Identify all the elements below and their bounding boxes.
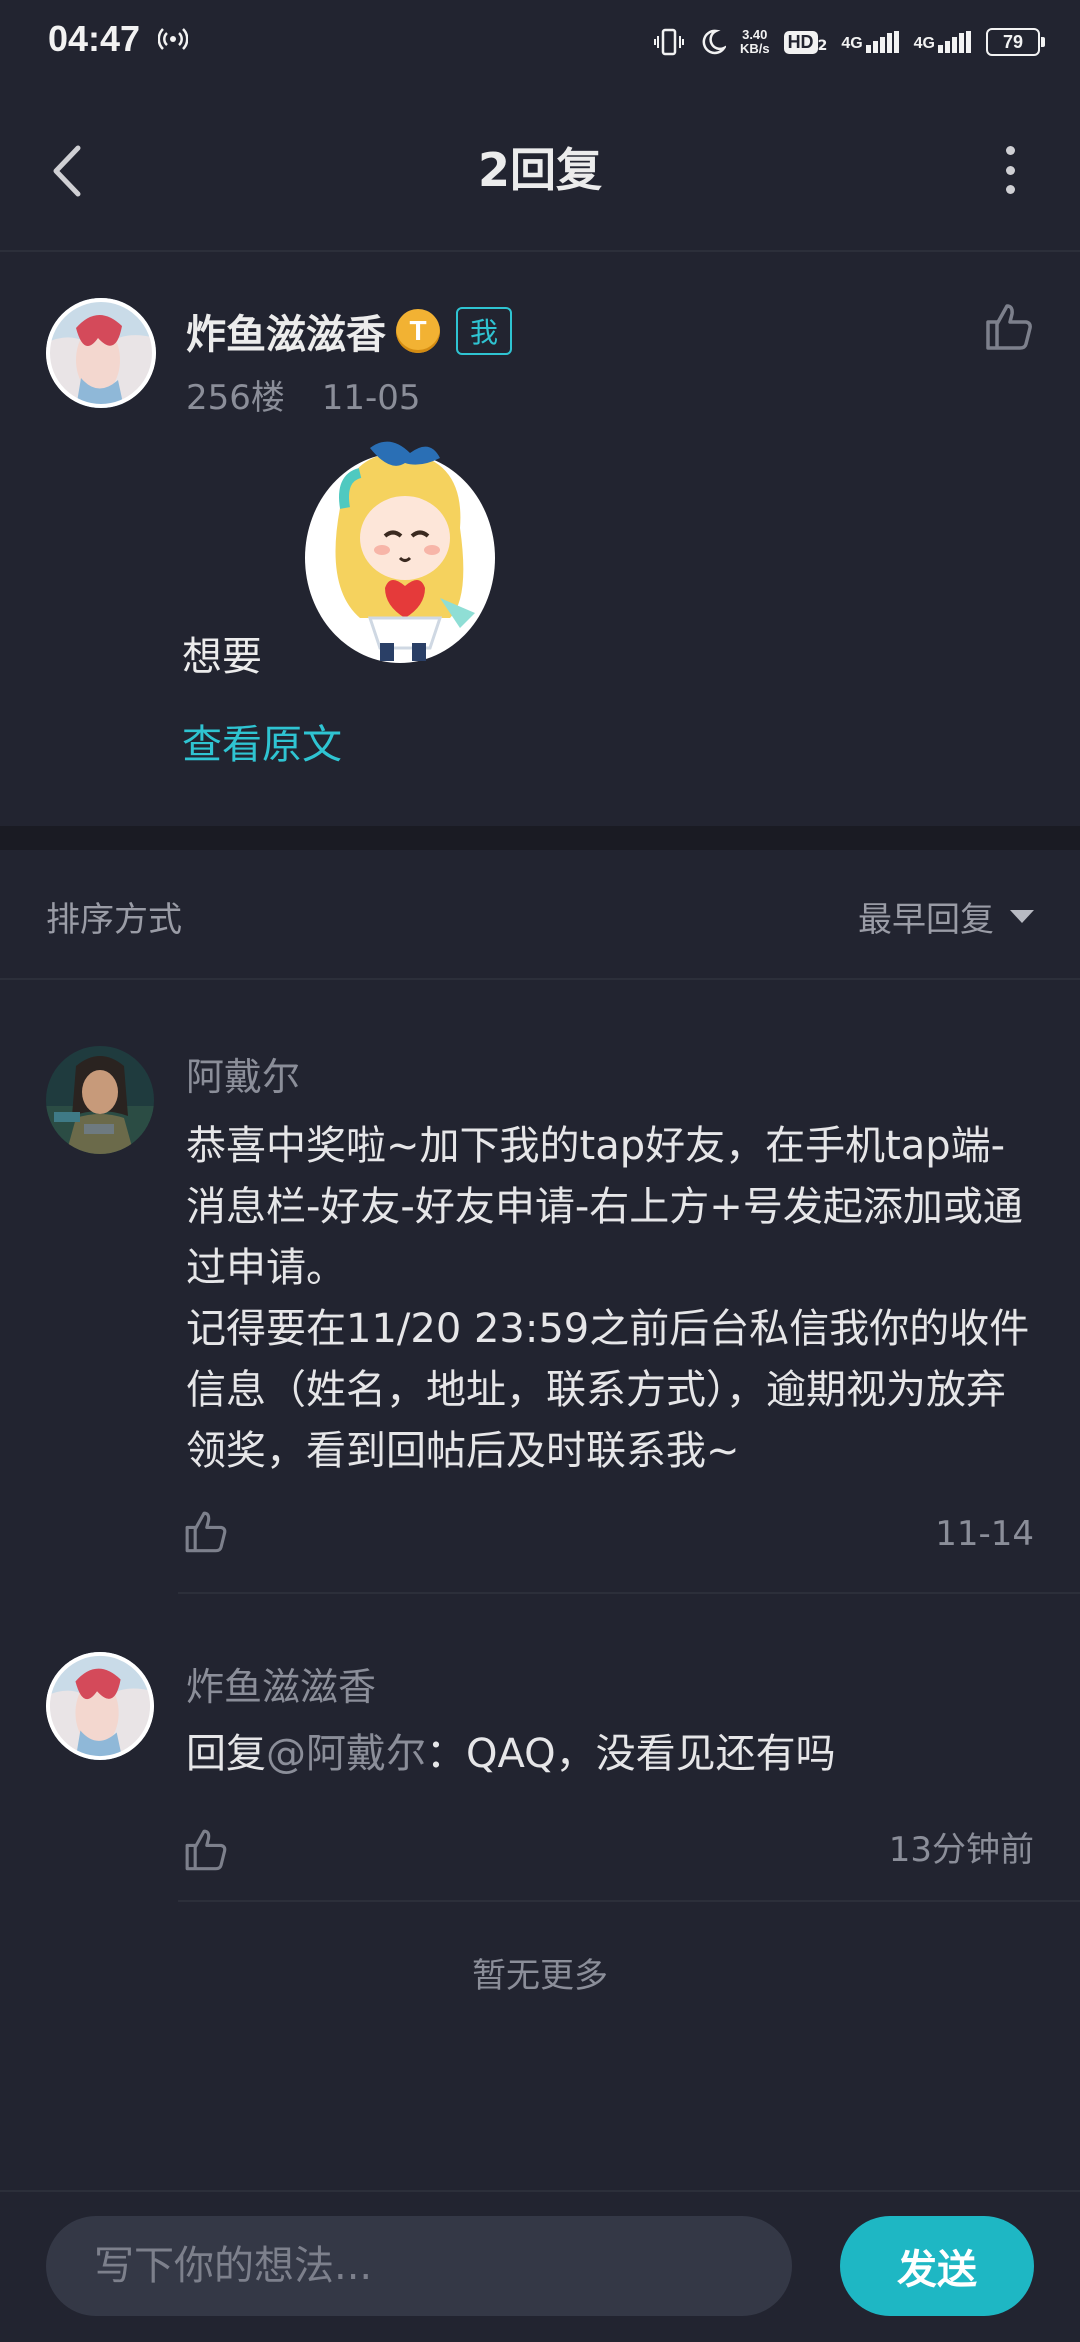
hotspot-icon xyxy=(158,28,188,50)
mention-link[interactable]: @阿戴尔 xyxy=(266,1731,426,1777)
avatar[interactable] xyxy=(46,1652,154,1760)
view-original-link[interactable]: 查看原文 xyxy=(182,712,342,770)
main-post: 炸鱼滋滋香 T 我 256楼 11-05 想要 查看原文 xyxy=(0,252,1080,824)
divider xyxy=(178,1900,1080,1902)
signal-2: 4G xyxy=(914,31,972,53)
moon-icon xyxy=(702,29,726,55)
sticker-image xyxy=(305,441,495,663)
no-more-label: 暂无更多 xyxy=(472,1956,608,1996)
reply-item: 炸鱼滋滋香 回复@阿戴尔：QAQ，没看见还有吗 13分钟前 xyxy=(0,1600,1080,1906)
author-row: 炸鱼滋滋香 T 我 xyxy=(186,302,513,360)
reply-item: 阿戴尔 恭喜中奖啦~加下我的tap好友，在手机tap端-消息栏-好友-好友申请-… xyxy=(0,980,1080,1598)
more-options-icon[interactable] xyxy=(1000,146,1020,194)
comment-input[interactable] xyxy=(46,2216,792,2316)
post-meta: 256楼 11-05 xyxy=(186,370,421,419)
level-badge-icon: T xyxy=(396,309,440,353)
divider xyxy=(178,1592,1080,1594)
reply-time: 13分钟前 xyxy=(888,1830,1034,1870)
avatar[interactable] xyxy=(46,1046,154,1154)
net-speed: 3.40 KB/s xyxy=(739,27,770,56)
signal-bars-icon xyxy=(865,31,899,53)
hd-indicator: HD 2 xyxy=(783,30,827,54)
reply-author[interactable]: 炸鱼滋滋香 xyxy=(186,1656,376,1711)
sort-dropdown[interactable]: 最早回复 xyxy=(858,892,1034,941)
like-icon[interactable] xyxy=(180,1506,230,1556)
status-icons: 3.40 KB/s HD 2 4G 4G 79 xyxy=(653,20,1045,64)
author-name[interactable]: 炸鱼滋滋香 xyxy=(186,302,386,360)
sort-row: 排序方式 最早回复 xyxy=(0,850,1080,980)
top-bar: 2回复 xyxy=(0,84,1080,252)
me-badge: 我 xyxy=(456,307,513,355)
reply-text: 回复@阿戴尔：QAQ，没看见还有吗 xyxy=(186,1731,836,1777)
reply-author[interactable]: 阿戴尔 xyxy=(186,1046,300,1101)
signal-bars-icon xyxy=(938,31,971,53)
post-text: 想要 xyxy=(182,634,262,680)
send-button[interactable]: 发送 xyxy=(840,2216,1034,2316)
reply-text: 恭喜中奖啦~加下我的tap好友，在手机tap端-消息栏-好友-好友申请-右上方+… xyxy=(186,1123,1030,1474)
sort-value: 最早回复 xyxy=(858,900,994,940)
battery-icon: 79 xyxy=(986,28,1045,56)
like-icon[interactable] xyxy=(180,1824,230,1874)
section-separator xyxy=(0,826,1080,850)
vibrate-icon xyxy=(653,28,684,56)
composer-bar: 发送 xyxy=(0,2190,1080,2342)
post-date: 11-05 xyxy=(321,378,421,418)
sort-label: 排序方式 xyxy=(46,900,182,940)
status-bar: 04:47 3.40 KB/s HD 2 4G 4G 79 xyxy=(0,0,1080,84)
floor-number: 256楼 xyxy=(186,378,285,418)
status-time: 04:47 xyxy=(48,18,141,59)
avatar[interactable] xyxy=(46,298,156,408)
signal-1: 4G xyxy=(841,31,899,53)
reply-time: 11-14 xyxy=(935,1514,1034,1554)
dropdown-triangle-icon xyxy=(1010,910,1034,923)
like-icon[interactable] xyxy=(980,298,1036,354)
page-title: 2回复 xyxy=(477,143,602,197)
